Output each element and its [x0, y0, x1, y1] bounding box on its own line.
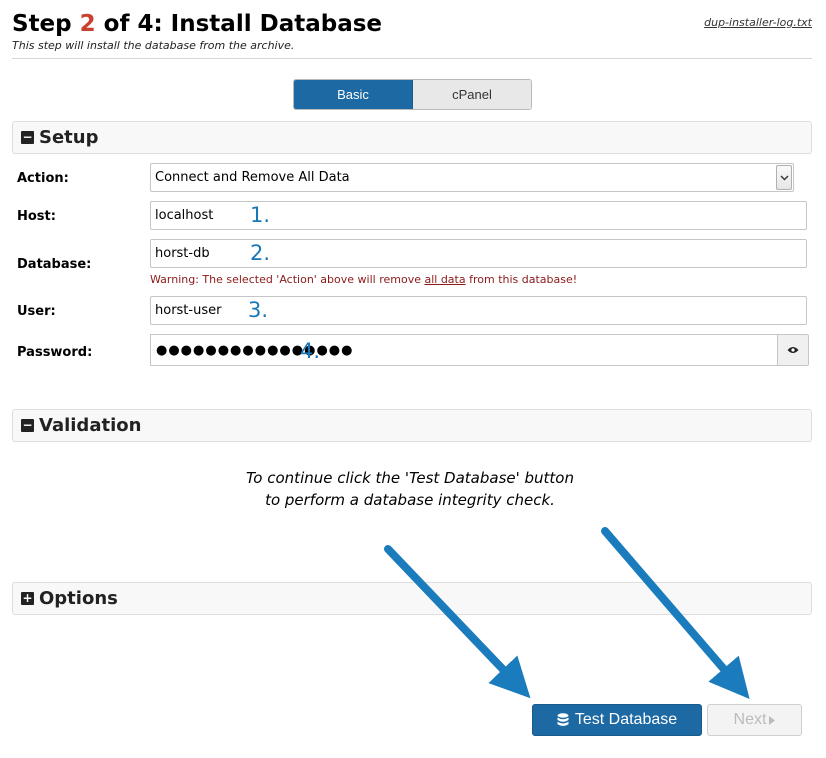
- arrow-to-next: [601, 527, 750, 699]
- test-database-label: Test Database: [574, 711, 678, 728]
- next-label: Next: [733, 711, 767, 728]
- caret-right-icon: [769, 715, 776, 725]
- next-button[interactable]: Next: [707, 704, 802, 736]
- database-icon: [557, 713, 569, 727]
- annotation-arrows: [384, 527, 750, 699]
- test-database-button[interactable]: Test Database: [532, 704, 702, 736]
- arrow-to-test-database: [384, 545, 531, 699]
